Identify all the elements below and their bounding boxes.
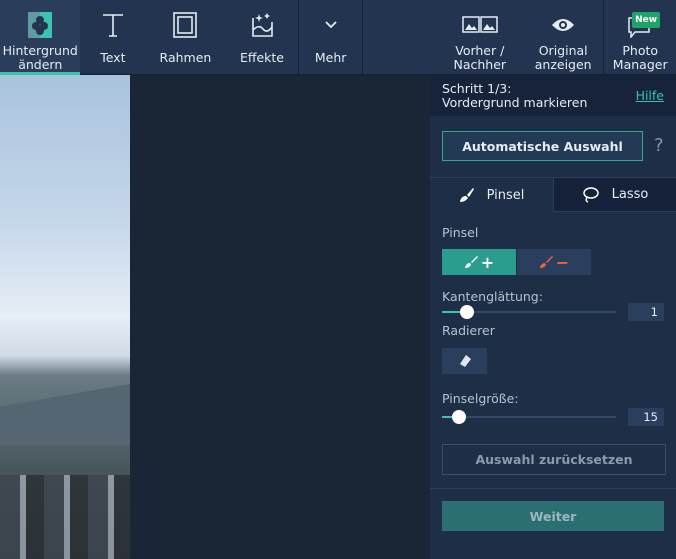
tool-text[interactable]: Text <box>80 0 145 75</box>
toolbar: Hintergrund ändern Text Rahmen Effekte M… <box>0 0 676 75</box>
before-after-icon <box>462 10 498 40</box>
background-icon <box>27 10 53 40</box>
new-badge: New <box>632 12 661 28</box>
eraser-button[interactable] <box>442 348 487 374</box>
brush-size-value[interactable]: 15 <box>628 408 664 426</box>
smoothing-value[interactable]: 1 <box>628 303 664 321</box>
help-link[interactable]: Hilfe <box>636 89 664 103</box>
tab-lasso[interactable]: Lasso <box>553 178 676 212</box>
tab-label: Pinsel <box>486 187 525 203</box>
effects-icon <box>249 10 275 40</box>
tool-label: Nachher <box>453 57 507 72</box>
next-button[interactable]: Weiter <box>442 501 664 531</box>
tool-label: Manager <box>612 57 668 72</box>
tool-label: anzeigen <box>534 57 592 72</box>
smoothing-slider[interactable] <box>442 305 616 319</box>
tool-label: Mehr <box>314 50 347 65</box>
frame-icon <box>173 10 198 40</box>
side-panel: Schritt 1/3: Vordergrund markieren Hilfe… <box>430 75 676 559</box>
tab-label: Lasso <box>611 187 649 202</box>
text-icon <box>101 10 125 40</box>
question-icon[interactable]: ? <box>654 135 664 156</box>
brush-icon <box>539 256 553 268</box>
eye-icon <box>551 10 575 40</box>
minus-sign: − <box>555 252 570 272</box>
canvas-area[interactable] <box>130 75 430 559</box>
brush-icon <box>464 256 478 268</box>
tool-label: Rahmen <box>159 50 212 65</box>
tool-label: Text <box>100 50 126 65</box>
photo-manager-button[interactable]: New Photo Manager <box>604 0 676 75</box>
brush-size-slider[interactable] <box>442 410 616 424</box>
plus-sign: + <box>480 252 495 272</box>
tool-label: Original <box>538 43 588 58</box>
lasso-icon <box>582 186 599 203</box>
tab-brush[interactable]: Pinsel <box>430 178 553 212</box>
reset-selection-button[interactable]: Auswahl zurücksetzen <box>442 444 666 475</box>
step-title: Vordergrund markieren <box>442 95 588 110</box>
step-number: Schritt 1/3: <box>442 81 512 96</box>
tool-label: Photo <box>622 43 659 58</box>
eraser-label: Radierer <box>442 323 495 338</box>
eraser-icon <box>459 355 471 367</box>
step-header: Schritt 1/3: Vordergrund markieren Hilfe <box>430 75 676 116</box>
tool-label: Effekte <box>239 50 284 65</box>
tool-label: Vorher / <box>455 43 505 58</box>
brush-remove-button[interactable]: − <box>517 249 591 275</box>
tool-label: Hintergrund <box>2 43 78 58</box>
brush-icon <box>459 188 474 202</box>
divider <box>430 488 676 489</box>
tool-label: ändern <box>18 57 63 72</box>
tool-frames[interactable]: Rahmen <box>145 0 225 75</box>
smoothing-label: Kantenglättung: <box>442 289 543 304</box>
tool-effects[interactable]: Effekte <box>226 0 299 75</box>
slider-knob[interactable] <box>451 410 466 424</box>
show-original-button[interactable]: Original anzeigen <box>523 0 603 75</box>
brush-mode-toggle: + − <box>442 249 591 275</box>
brush-add-button[interactable]: + <box>442 249 516 275</box>
tool-more[interactable]: Mehr <box>299 0 362 75</box>
slider-knob[interactable] <box>459 305 474 319</box>
chevron-down-icon <box>324 10 338 40</box>
photo-preview[interactable] <box>0 75 130 559</box>
auto-select-button[interactable]: Automatische Auswahl <box>442 131 643 161</box>
brush-size-label: Pinselgröße: <box>442 391 519 406</box>
before-after-button[interactable]: Vorher / Nachher <box>437 0 523 75</box>
tool-tabs: Pinsel Lasso <box>430 177 676 212</box>
tool-change-background[interactable]: Hintergrund ändern <box>0 0 81 75</box>
brush-label: Pinsel <box>442 225 479 240</box>
